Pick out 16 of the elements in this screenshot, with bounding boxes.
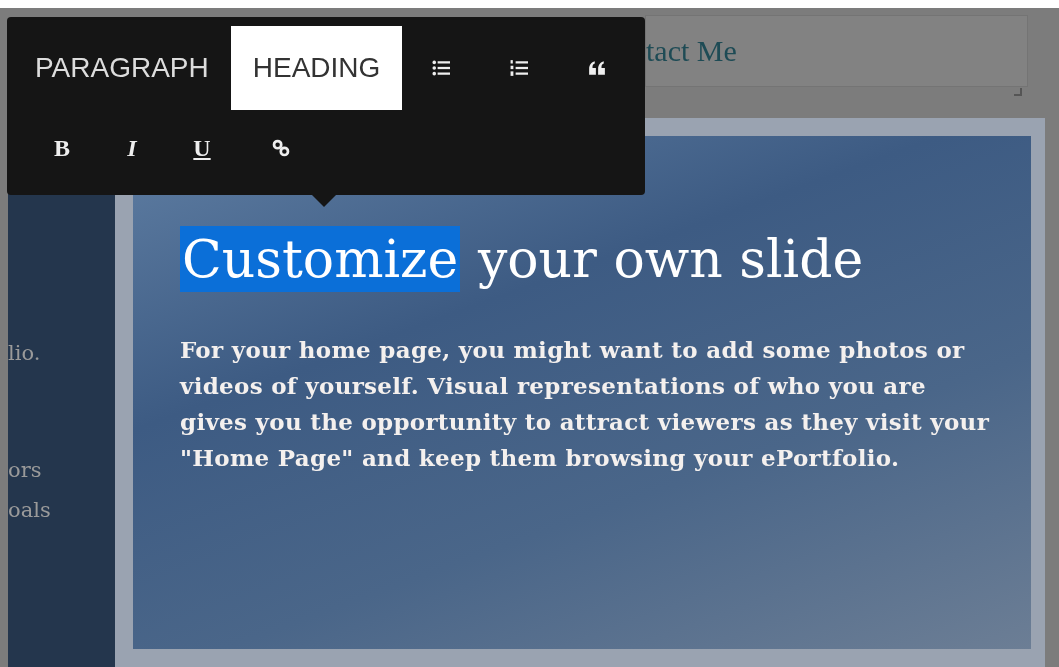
block-type-button[interactable]: HEADING — [230, 26, 403, 110]
side-text: oals — [8, 497, 52, 524]
slide-text: For your home page, you might want to add some photos or videos of yourself. Visual representations of who you are gives you the opportunity to attract viewers as they visit your "Home Page" and keep them browsing your ePortfolio. — [180, 335, 990, 473]
title-text: tact Me — [646, 34, 737, 68]
link-icon — [272, 139, 290, 157]
block-type-button[interactable]: PARAGRAPH — [13, 26, 231, 110]
bold-button[interactable]: B — [42, 130, 82, 166]
selected-heading-text: Customize — [180, 226, 461, 292]
quote-icon — [588, 59, 607, 77]
underline-button[interactable]: U — [182, 130, 222, 166]
numbered-list-icon — [510, 59, 529, 77]
bulleted-list-icon — [432, 59, 451, 77]
italic-button[interactable]: I — [112, 130, 152, 166]
heading-text: your own slide — [476, 228, 865, 291]
side-text: lio. — [8, 340, 42, 367]
side-text: ors — [8, 457, 43, 484]
